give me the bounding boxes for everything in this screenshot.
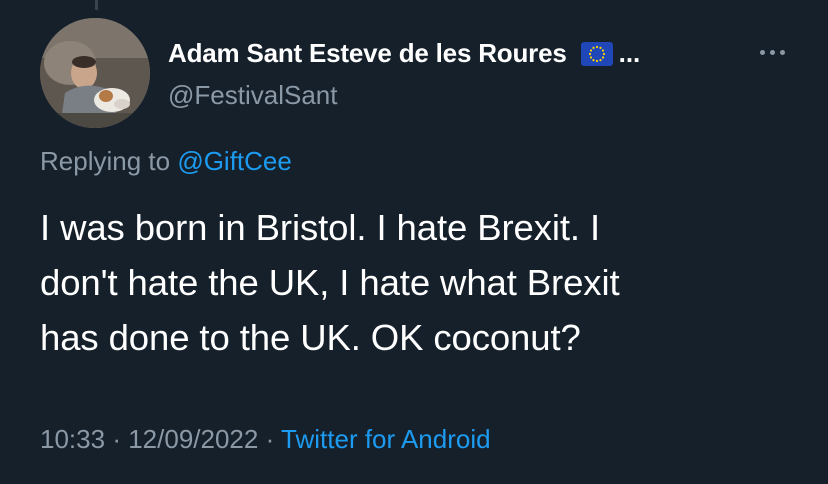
avatar[interactable]	[40, 18, 150, 128]
tweet-text-line: I was born in Bristol. I hate Brexit. I	[40, 207, 601, 248]
eu-flag-icon	[580, 41, 613, 66]
tweet-time[interactable]: 10:33	[40, 424, 105, 454]
tweet-body: I was born in Bristol. I hate Brexit. I …	[40, 200, 810, 365]
reply-mention-link[interactable]: @GiftCee	[177, 146, 292, 176]
meta-separator: ·	[112, 424, 121, 454]
avatar-photo	[40, 18, 150, 128]
author-handle[interactable]: @FestivalSant	[168, 80, 337, 111]
thread-connector-line	[95, 0, 98, 10]
tweet-metadata: 10:33 · 12/09/2022 · Twitter for Android	[40, 424, 491, 455]
reply-context: Replying to @GiftCee	[40, 146, 292, 177]
tweet-source-link[interactable]: Twitter for Android	[281, 424, 491, 454]
meta-separator: ·	[265, 424, 275, 454]
more-dot-icon	[759, 49, 765, 55]
more-dot-icon	[779, 49, 785, 55]
tweet-date[interactable]: 12/09/2022	[128, 424, 258, 454]
name-truncation-ellipsis: ...	[618, 38, 641, 68]
tweet-text-line: don't hate the UK, I hate what Brexit	[40, 262, 620, 303]
more-options-button[interactable]	[752, 40, 792, 64]
tweet-text-line: has done to the UK. OK coconut?	[40, 317, 581, 358]
more-dot-icon	[769, 49, 775, 55]
author-display-name[interactable]: Adam Sant Esteve de les Roures	[168, 38, 567, 69]
reply-context-prefix: Replying to	[40, 146, 171, 176]
author-name-row[interactable]: Adam Sant Esteve de les Roures ...	[168, 38, 640, 69]
